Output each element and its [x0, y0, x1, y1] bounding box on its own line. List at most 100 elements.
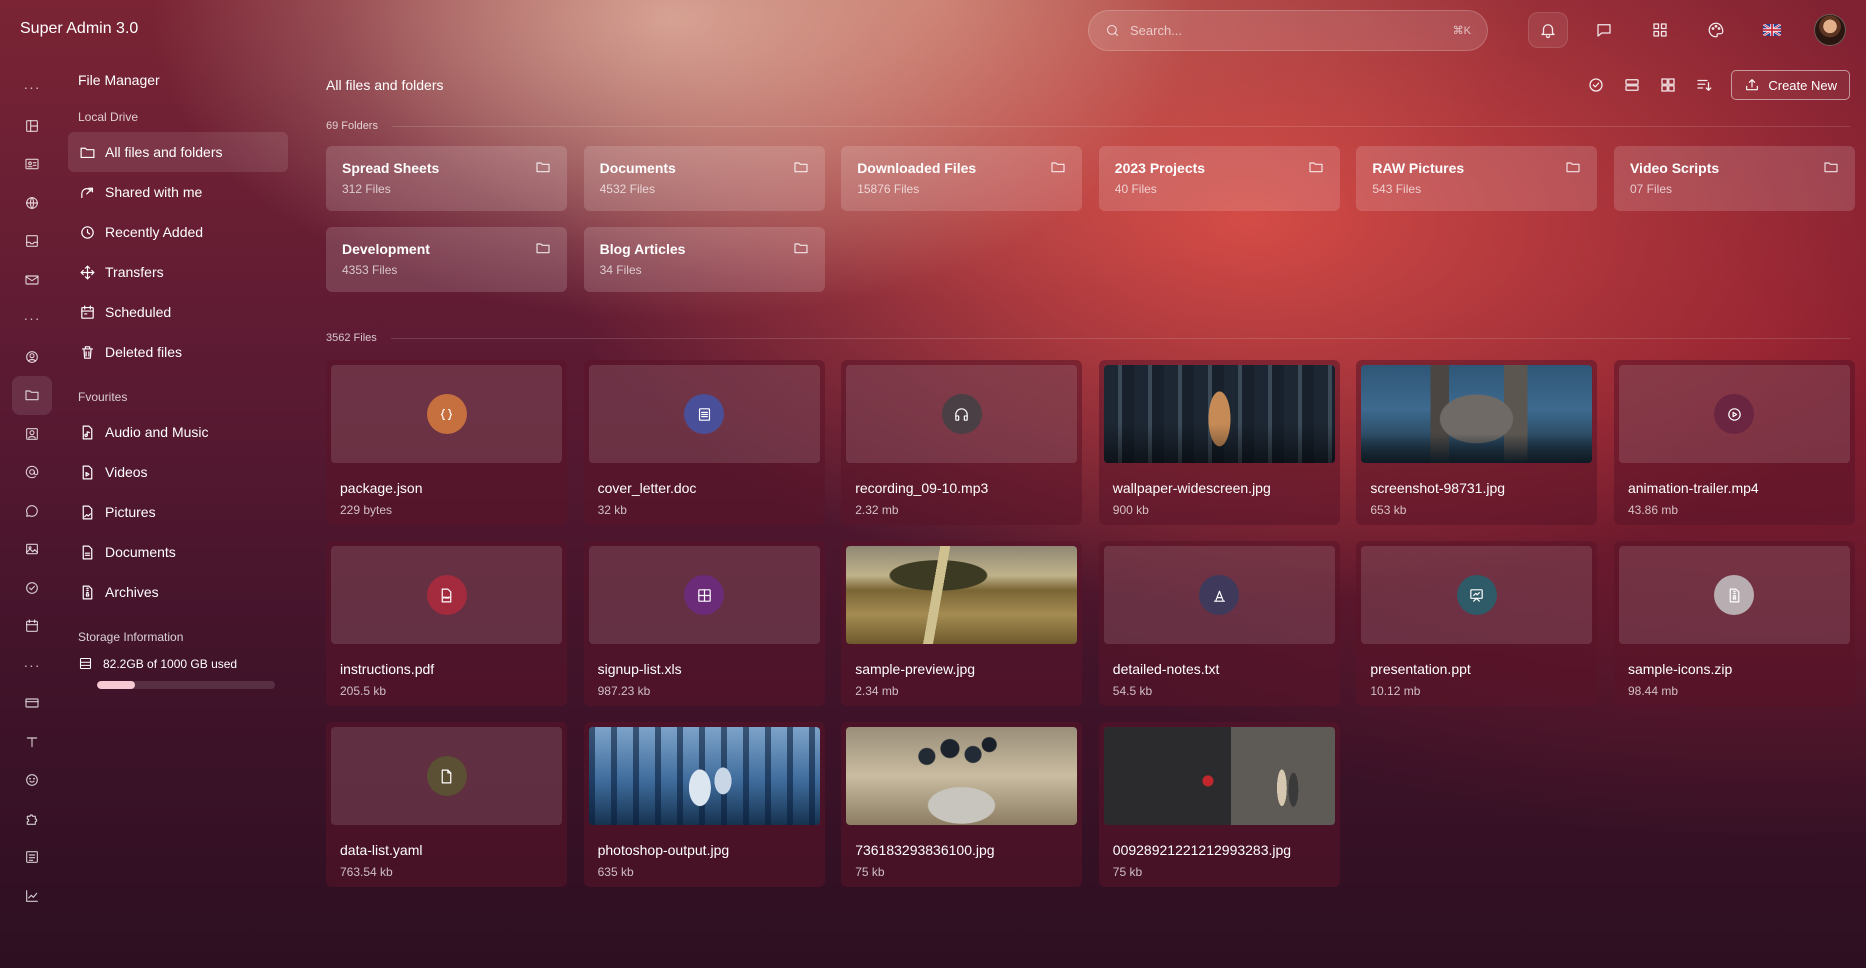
list-view-icon[interactable]: [1623, 76, 1641, 94]
file-card[interactable]: signup-list.xls 987.23 kb: [583, 541, 825, 706]
file-name: 736183293836100.jpg: [855, 842, 995, 858]
select-all-icon[interactable]: [1587, 76, 1605, 94]
smiley-icon[interactable]: [12, 761, 52, 800]
sidebar-item-shared[interactable]: Shared with me: [68, 172, 288, 212]
folder-card[interactable]: Video Scripts 07 Files: [1613, 146, 1855, 211]
contacts-icon[interactable]: [12, 415, 52, 454]
file-card[interactable]: photoshop-output.jpg 635 kb: [583, 722, 825, 887]
sidebar-item-label: Shared with me: [105, 184, 203, 200]
sidebar-item-label: Archives: [105, 584, 159, 600]
file-card[interactable]: PDF instructions.pdf 205.5 kb: [326, 541, 567, 706]
zip-icon: [1714, 575, 1755, 615]
rail-more-dots[interactable]: ···: [12, 68, 52, 107]
calendar-icon[interactable]: [12, 607, 52, 646]
sidebar-item-documents[interactable]: Documents: [68, 532, 288, 572]
storage-progress-fill: [97, 681, 135, 689]
chat-icon[interactable]: [1584, 12, 1624, 48]
file-card[interactable]: package.json 229 bytes: [326, 360, 567, 525]
create-new-button[interactable]: Create New: [1731, 70, 1850, 100]
uk-flag-icon[interactable]: [1752, 12, 1792, 48]
dashboard-icon[interactable]: [12, 107, 52, 146]
apps-grid-icon[interactable]: [1640, 12, 1680, 48]
text-icon: [1199, 575, 1240, 615]
zip-file-icon: [79, 584, 96, 601]
share-icon: [79, 184, 96, 201]
file-grid: package.json 229 bytes cover_letter.doc 32 …: [326, 360, 1855, 887]
file-image-preview: [588, 727, 820, 825]
folder-card[interactable]: Spread Sheets 312 Files: [326, 146, 567, 211]
file-size: 2.34 mb: [855, 684, 899, 698]
folder-card[interactable]: Blog Articles 34 Files: [583, 227, 825, 292]
folder-card[interactable]: Documents 4532 Files: [583, 146, 825, 211]
card-icon[interactable]: [12, 684, 52, 723]
sidebar-item-all-files[interactable]: All files and folders: [68, 132, 288, 172]
at-sign-icon[interactable]: [12, 453, 52, 492]
folder-card[interactable]: 2023 Projects 40 Files: [1098, 146, 1340, 211]
page-title: All files and folders: [326, 77, 444, 93]
sidebar-item-pictures[interactable]: Pictures: [68, 492, 288, 532]
music-file-icon: [79, 424, 96, 441]
sidebar-item-deleted[interactable]: Deleted files: [68, 332, 288, 372]
folder-icon: [793, 240, 809, 261]
file-card[interactable]: screenshot-98731.jpg 653 kb: [1356, 360, 1598, 525]
sidebar-item-audio[interactable]: Audio and Music: [68, 412, 288, 452]
check-circle-icon[interactable]: [12, 569, 52, 608]
storage-icon: [78, 656, 93, 671]
sidebar-item-label: Videos: [105, 464, 148, 480]
folder-card[interactable]: Development 4353 Files: [326, 227, 567, 292]
file-name: animation-trailer.mp4: [1627, 480, 1759, 496]
sidebar-item-transfers[interactable]: Transfers: [68, 252, 288, 292]
file-card[interactable]: animation-trailer.mp4 43.86 mb: [1613, 360, 1855, 525]
chart-line-icon[interactable]: [12, 877, 52, 916]
folder-card[interactable]: Downloaded Files 15876 Files: [841, 146, 1083, 211]
sidebar-item-scheduled[interactable]: Scheduled: [68, 292, 288, 332]
sidebar-item-recently-added[interactable]: Recently Added: [68, 212, 288, 252]
folders-count: 69 Folders: [326, 120, 378, 132]
inbox-icon[interactable]: [12, 222, 52, 261]
grid-view-icon[interactable]: [1659, 76, 1677, 94]
file-thumbnail: [331, 727, 562, 825]
file-card[interactable]: recording_09-10.mp3 2.32 mb: [841, 360, 1083, 525]
file-card[interactable]: presentation.ppt 10.12 mb: [1356, 541, 1598, 706]
folder-card[interactable]: RAW Pictures 543 Files: [1356, 146, 1598, 211]
globe-icon[interactable]: [12, 184, 52, 223]
file-card[interactable]: 0092892122121299328‌3.jpg 75 kb: [1098, 722, 1340, 887]
user-avatar[interactable]: [1814, 14, 1846, 46]
sidebar-item-videos[interactable]: Videos: [68, 452, 288, 492]
sidebar-item-archives[interactable]: Archives: [68, 572, 288, 612]
trash-icon: [79, 344, 96, 361]
search-bar[interactable]: ⌘K: [1088, 10, 1488, 51]
file-card[interactable]: sample-icons.zip 98.44 mb: [1613, 541, 1855, 706]
sort-icon[interactable]: [1695, 76, 1713, 94]
presentation-icon: [1456, 575, 1497, 615]
mail-icon[interactable]: [12, 261, 52, 300]
user-circle-icon[interactable]: [12, 338, 52, 377]
rail-more-dots[interactable]: ···: [12, 299, 52, 338]
message-icon[interactable]: [12, 492, 52, 531]
file-card[interactable]: detailed-notes.txt 54.5 kb: [1098, 541, 1340, 706]
file-name: detailed-notes.txt: [1112, 661, 1220, 677]
file-card[interactable]: data-list.yaml 763.54 kb: [326, 722, 567, 887]
file-card[interactable]: wallpaper-widescreen.jpg 900 kb: [1098, 360, 1340, 525]
palette-icon[interactable]: [1696, 12, 1736, 48]
file-name: sample-preview.jpg: [855, 661, 976, 677]
bell-icon[interactable]: [1528, 12, 1568, 48]
file-size: 54.5 kb: [1112, 684, 1153, 698]
file-size: 32 kb: [597, 503, 627, 517]
puzzle-icon[interactable]: [12, 800, 52, 839]
folder-icon: [535, 159, 551, 180]
text-icon[interactable]: [12, 723, 52, 762]
folder-name: Documents: [599, 160, 676, 176]
main-content: All files and folders Create New 69 Fold…: [326, 70, 1855, 887]
file-card[interactable]: cover_letter.doc 32 kb: [583, 360, 825, 525]
svg-text:PDF: PDF: [443, 596, 451, 600]
image-icon[interactable]: [12, 530, 52, 569]
folder-icon[interactable]: [12, 376, 52, 415]
file-card[interactable]: 736183293836100.jpg 75 kb: [841, 722, 1083, 887]
top-bar: Super Admin 3.0 ⌘K: [0, 0, 1866, 60]
rail-more-dots[interactable]: ···: [12, 646, 52, 685]
file-card[interactable]: sample-preview.jpg 2.34 mb: [841, 541, 1083, 706]
id-card-icon[interactable]: [12, 145, 52, 184]
search-input[interactable]: [1130, 23, 1453, 38]
form-icon[interactable]: [12, 838, 52, 877]
